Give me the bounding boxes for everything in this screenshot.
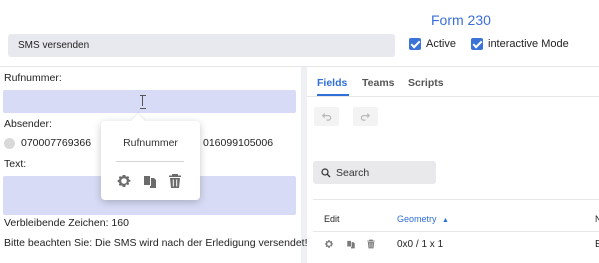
active-checkbox[interactable]: Active	[409, 38, 456, 50]
sender-option-1-label: 070007769366	[21, 137, 92, 149]
trash-icon[interactable]	[366, 239, 376, 249]
copy-icon[interactable]	[142, 173, 158, 189]
field-search[interactable]: Search	[313, 161, 436, 184]
partial-cell: E	[595, 239, 599, 250]
radio-icon[interactable]	[4, 137, 15, 149]
phone-label: Rufnummer:	[4, 72, 62, 84]
gear-icon[interactable]	[116, 173, 132, 189]
column-header-edit: Edit	[324, 214, 340, 224]
table-row-divider	[313, 231, 599, 232]
gear-icon[interactable]	[324, 239, 334, 249]
active-tab-indicator	[317, 94, 349, 96]
editor-panel: Fields Teams Scripts Search Edit Geometr…	[307, 67, 599, 263]
phone-input[interactable]	[3, 90, 296, 113]
column-header-geometry[interactable]: Geometry ▲	[397, 214, 449, 224]
undo-button[interactable]	[314, 107, 339, 126]
tab-scripts[interactable]: Scripts	[408, 77, 444, 89]
geometry-cell: 0x0 / 1 x 1	[397, 239, 444, 250]
field-popover: Rufnummer	[101, 121, 200, 200]
sender-option-1[interactable]: 070007769366	[4, 137, 91, 149]
checkbox-checked-icon[interactable]	[471, 38, 483, 50]
tab-fields[interactable]: Fields	[317, 77, 347, 89]
interactive-mode-checkbox[interactable]: interactive Mode	[471, 38, 569, 50]
form-title: Form 230	[431, 12, 491, 28]
undo-icon	[321, 112, 332, 121]
trash-icon[interactable]	[167, 173, 183, 189]
search-placeholder: Search	[336, 166, 370, 179]
remaining-chars: Verbleibende Zeichen: 160	[4, 217, 129, 229]
text-label: Text:	[4, 158, 27, 170]
remaining-count: 160	[111, 217, 129, 229]
form-header: Form 230 SMS versenden Active interactiv…	[0, 0, 599, 64]
sort-ascending-icon: ▲	[442, 217, 449, 224]
remaining-label: Verbleibende Zeichen:	[4, 217, 109, 229]
editor-tabs: Fields Teams Scripts	[307, 67, 599, 97]
sender-label: Absender:	[4, 118, 52, 130]
redo-button[interactable]	[353, 107, 378, 126]
sender-option-2-label[interactable]: 016099105006	[203, 137, 273, 149]
checkbox-checked-icon[interactable]	[409, 38, 421, 50]
form-name-field[interactable]: SMS versenden	[8, 34, 395, 57]
tab-teams[interactable]: Teams	[362, 77, 395, 89]
interactive-mode-label: interactive Mode	[488, 38, 569, 50]
table-top-border	[313, 199, 599, 200]
column-header-partial: N	[595, 214, 599, 224]
sms-notice: Bitte beachten Sie: Die SMS wird nach de…	[4, 237, 308, 249]
geometry-header-label: Geometry	[397, 214, 437, 224]
active-label: Active	[426, 38, 456, 50]
search-icon	[321, 167, 331, 177]
popover-divider	[116, 161, 184, 162]
text-cursor-icon	[140, 95, 146, 109]
redo-icon	[360, 112, 371, 121]
popover-title: Rufnummer	[123, 137, 178, 149]
copy-icon[interactable]	[346, 239, 356, 249]
